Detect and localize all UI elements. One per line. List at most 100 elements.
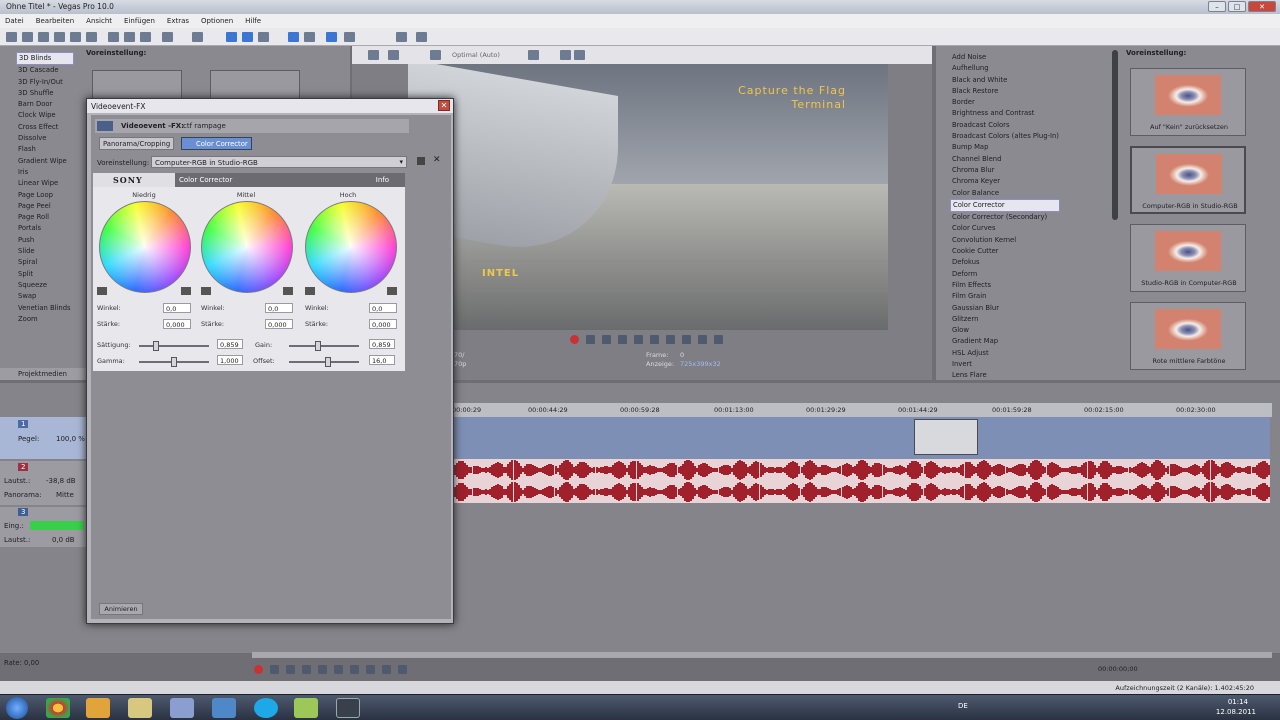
help-icon[interactable] [416,32,427,42]
start-button[interactable] [6,697,28,719]
external-monitor-icon[interactable] [388,50,399,60]
fx-item[interactable]: Color Balance [950,188,1060,199]
menu-ansicht[interactable]: Ansicht [86,17,112,25]
fx-item[interactable]: Black Restore [950,86,1060,97]
transition-item[interactable]: Barn Door [16,99,74,110]
skype-icon[interactable] [254,698,278,718]
clock-time[interactable]: 01:14 [1228,698,1248,706]
record-icon[interactable] [570,335,579,344]
eyedropper-icon[interactable] [305,287,315,295]
save-as-icon[interactable] [54,32,65,42]
record-icon[interactable] [254,665,263,674]
paste-icon[interactable] [140,32,151,42]
explorer-icon[interactable] [128,698,152,718]
gain-slider[interactable] [289,341,359,351]
offset-slider[interactable] [289,357,359,367]
fx-item[interactable]: Invert [950,359,1060,370]
transition-item[interactable]: Slide [16,246,74,257]
fx-item[interactable]: Convolution Kernel [950,235,1060,246]
preview-quality[interactable]: Optimal (Auto) [452,51,500,59]
overlays-icon[interactable] [528,50,539,60]
delete-preset-icon[interactable]: ✕ [433,155,441,165]
transition-item[interactable]: Gradient Wipe [16,156,74,167]
fx-item[interactable]: Glitzern [950,314,1060,325]
app-icon[interactable] [212,698,236,718]
transition-item[interactable]: Flash [16,144,74,155]
transition-item[interactable]: 3D Fly-In/Out [16,77,74,88]
app-icon[interactable] [170,698,194,718]
transition-preset-thumb[interactable] [92,70,182,100]
winkel-mid-field[interactable]: 0,0 [265,303,293,313]
go-to-end-icon[interactable] [682,335,691,344]
fx-close-button[interactable]: ✕ [438,100,450,111]
fx-item[interactable]: Defokus [950,257,1060,268]
eyedropper-icon[interactable] [283,287,293,295]
save-snapshot-icon[interactable] [574,50,585,60]
audio-track-events[interactable] [452,459,1270,503]
properties-icon[interactable] [86,32,97,42]
split-screen-icon[interactable] [430,50,441,60]
fx-item[interactable]: Lens Flare [950,370,1060,381]
pause-icon[interactable] [634,335,643,344]
notes-icon[interactable] [294,698,318,718]
fx-item[interactable]: Gaussian Blur [950,303,1060,314]
eyedropper-icon[interactable] [97,287,107,295]
transition-item[interactable]: Iris [16,167,74,178]
saettigung-field[interactable]: 0,859 [217,339,243,349]
fx-item[interactable]: Add Noise [950,52,1060,63]
play-icon[interactable] [302,665,311,674]
ripple-edit-icon[interactable] [326,32,337,42]
staerke-low-field[interactable]: 0,000 [163,319,191,329]
language-indicator[interactable]: DE [958,702,968,710]
transition-item[interactable]: Venetian Blinds [16,303,74,314]
staerke-high-field[interactable]: 0,000 [369,319,397,329]
info-link[interactable]: Info [376,176,389,184]
transition-item[interactable]: Portals [16,223,74,234]
play-icon[interactable] [618,335,627,344]
fx-item[interactable]: Broadcast Colors (altes Plug-In) [950,131,1060,142]
fx-item[interactable]: Chroma Keyer [950,176,1060,187]
eyedropper-icon[interactable] [181,287,191,295]
clock-date[interactable]: 12.08.2011 [1216,708,1256,716]
fx-list-scrollbar[interactable] [1112,50,1118,220]
transition-item[interactable]: Push [16,235,74,246]
loop-icon[interactable] [270,665,279,674]
transition-item[interactable]: Split [16,269,74,280]
transition-item[interactable]: 3D Blinds [16,52,74,66]
track-volume-value[interactable]: -38,8 dB [46,477,76,485]
copy-icon[interactable] [124,32,135,42]
go-to-start-icon[interactable] [666,335,675,344]
fx-preset-dropdown[interactable]: Computer-RGB in Studio-RGB ▾ [151,156,407,168]
fx-item[interactable]: Glow [950,325,1060,336]
next-frame-icon[interactable] [714,335,723,344]
vegas-taskbar-icon[interactable] [336,698,360,718]
media-player-icon[interactable] [86,698,110,718]
staerke-mid-field[interactable]: 0,000 [265,319,293,329]
tab-project-media[interactable]: Projektmedien [18,370,67,378]
menu-einfuegen[interactable]: Einfügen [124,17,155,25]
fx-chain-panorama[interactable]: Panorama/Cropping [99,137,175,150]
fx-item[interactable]: Film Grain [950,291,1060,302]
track-volume-value[interactable]: 0,0 dB [52,536,75,544]
gamma-field[interactable]: 1,000 [217,355,243,365]
lock-envelopes-icon[interactable] [344,32,355,42]
new-icon[interactable] [6,32,17,42]
transition-item[interactable]: Spiral [16,257,74,268]
fx-item[interactable]: Chroma Blur [950,165,1060,176]
chrome-icon[interactable] [46,698,70,718]
transition-item[interactable]: Linear Wipe [16,178,74,189]
fx-item[interactable]: Color Corrector (Secondary) [950,212,1060,223]
play-from-start-icon[interactable] [286,665,295,674]
fx-preset-thumb[interactable]: Rote mittlere Farbtöne [1130,302,1246,370]
slider-knob[interactable] [325,357,331,367]
transition-item[interactable]: Squeeze [16,280,74,291]
fx-preset-thumb-selected[interactable]: Computer-RGB in Studio-RGB [1130,146,1246,214]
transition-item[interactable]: Zoom [16,314,74,325]
auto-crossfade-icon[interactable] [304,32,315,42]
timeline-scrollbar[interactable] [252,652,1272,658]
selection-tool-icon[interactable] [258,32,269,42]
transition-item[interactable]: Page Peel [16,201,74,212]
fx-item[interactable]: Cookie Cutter [950,246,1060,257]
envelope-tool-icon[interactable] [242,32,253,42]
fx-item-selected[interactable]: Color Corrector [950,198,1060,213]
